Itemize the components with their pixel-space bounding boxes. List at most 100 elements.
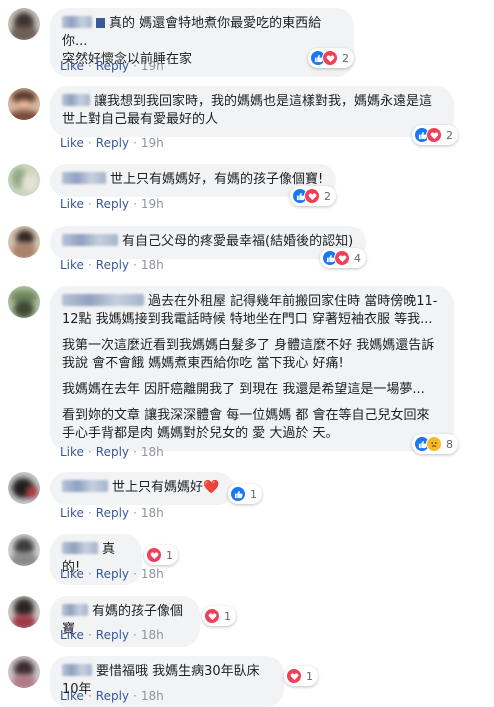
author-name-fragment [96,18,105,28]
love-icon [322,50,338,66]
comment-actions: Like · Reply · 18h [60,505,164,521]
reaction-count: 1 [250,487,257,501]
love-icon [146,547,162,563]
reaction-summary[interactable]: 4 [320,248,366,268]
separator: · [87,445,92,459]
reply-link[interactable]: Reply [96,567,129,581]
author-name[interactable] [62,172,106,184]
reply-link[interactable]: Reply [96,445,129,459]
separator: · [87,567,92,581]
author-name[interactable] [62,604,88,616]
comment-text: 看到妳的文章 讓我深深體會 每一位媽媽 都 會在等自己兒女回來 手心手背都是肉 … [62,408,430,441]
timestamp[interactable]: 19h [141,136,164,150]
separator: · [87,689,92,703]
comment-text: 讓我想到我回家時，我的媽媽也是這樣對我，媽媽永遠是這世上對自己最有愛最好的人 [62,94,433,127]
comment-actions: Like · Reply · 18h [60,566,164,582]
reaction-count: 1 [224,609,231,623]
timestamp[interactable]: 18h [141,445,164,459]
timestamp[interactable]: 18h [141,506,164,520]
love-icon [334,250,350,266]
reaction-summary[interactable]: 1 [284,666,318,686]
reaction-count: 4 [354,251,361,265]
like-link[interactable]: Like [60,567,84,581]
separator: · [87,59,92,73]
avatar[interactable] [8,226,40,258]
reply-link[interactable]: Reply [96,258,129,272]
avatar[interactable] [8,596,40,628]
author-name[interactable] [62,16,92,28]
like-link[interactable]: Like [60,628,84,642]
like-link[interactable]: Like [60,506,84,520]
reaction-summary[interactable]: 1 [228,484,262,504]
timestamp[interactable]: 19h [141,197,164,211]
avatar[interactable] [8,286,40,318]
comment-text: 我媽媽在去年 因肝癌離開我了 到現在 我還是希望這是一場夢... [62,382,425,397]
separator: · [87,506,92,520]
like-link[interactable]: Like [60,197,84,211]
comment-actions: Like · Reply · 18h [60,444,164,460]
avatar[interactable] [8,534,40,566]
avatar[interactable] [8,164,40,196]
separator: · [133,628,137,642]
reply-link[interactable]: Reply [96,59,129,73]
separator: · [87,258,92,272]
separator: · [133,445,137,459]
comment-actions: Like · Reply · 18h [60,627,164,643]
comment-actions: Like · Reply · 19h [60,135,164,151]
reply-link[interactable]: Reply [96,136,129,150]
comment-bubble: 過去在外租屋 記得幾年前搬回家住時 當時傍晚11-12點 我媽媽接到我電話時候 … [50,286,454,451]
reaction-summary[interactable]: 8 [412,434,458,454]
author-name[interactable] [62,94,90,106]
reaction-summary[interactable]: 2 [290,186,336,206]
separator: · [133,197,137,211]
reaction-count: 2 [324,189,331,203]
timestamp[interactable]: 19h [141,59,164,73]
author-name[interactable] [62,480,108,492]
separator: · [133,136,137,150]
love-icon [304,188,320,204]
comment-actions: Like · Reply · 18h [60,688,164,704]
comment-text: 我第一次這麼近看到我媽媽白髮多了 身體這麼不好 我媽媽還告訴我說 會不會餓 媽媽… [62,338,435,371]
reaction-summary[interactable]: 1 [144,545,178,565]
sad-icon [426,436,442,452]
reaction-summary[interactable]: 1 [202,606,236,626]
timestamp[interactable]: 18h [141,628,164,642]
timestamp[interactable]: 18h [141,689,164,703]
avatar[interactable] [8,88,40,120]
reaction-count: 2 [342,51,349,65]
like-link[interactable]: Like [60,136,84,150]
author-name[interactable] [62,294,144,306]
reaction-summary[interactable]: 2 [308,48,354,68]
comment-text: 世上只有媽媽好，有媽的孩子像個寶! [110,172,324,187]
separator: · [133,567,137,581]
comment-text: 有自己父母的疼愛最幸福(結婚後的認知) [122,234,354,249]
reply-link[interactable]: Reply [96,506,129,520]
reaction-count: 1 [306,669,313,683]
reply-link[interactable]: Reply [96,197,129,211]
reply-link[interactable]: Reply [96,689,129,703]
comment-bubble: 讓我想到我回家時，我的媽媽也是這樣對我，媽媽永遠是這世上對自己最有愛最好的人 [50,86,454,137]
timestamp[interactable]: 18h [141,258,164,272]
comment-actions: Like · Reply · 19h [60,58,164,74]
love-icon [286,668,302,684]
author-name[interactable] [62,542,98,554]
avatar[interactable] [8,472,40,504]
comment-actions: Like · Reply · 19h [60,196,164,212]
author-name[interactable] [62,234,118,246]
comment-text: 世上只有媽媽好❤️ [112,480,220,495]
like-link[interactable]: Like [60,59,84,73]
separator: · [133,506,137,520]
avatar[interactable] [8,8,40,40]
like-link[interactable]: Like [60,445,84,459]
reaction-count: 2 [446,128,453,142]
love-icon [426,127,442,143]
timestamp[interactable]: 18h [141,567,164,581]
reaction-count: 8 [446,437,453,451]
like-link[interactable]: Like [60,258,84,272]
author-name[interactable] [62,664,92,676]
reaction-summary[interactable]: 2 [412,125,458,145]
avatar[interactable] [8,656,40,688]
reply-link[interactable]: Reply [96,628,129,642]
like-link[interactable]: Like [60,689,84,703]
separator: · [87,136,92,150]
